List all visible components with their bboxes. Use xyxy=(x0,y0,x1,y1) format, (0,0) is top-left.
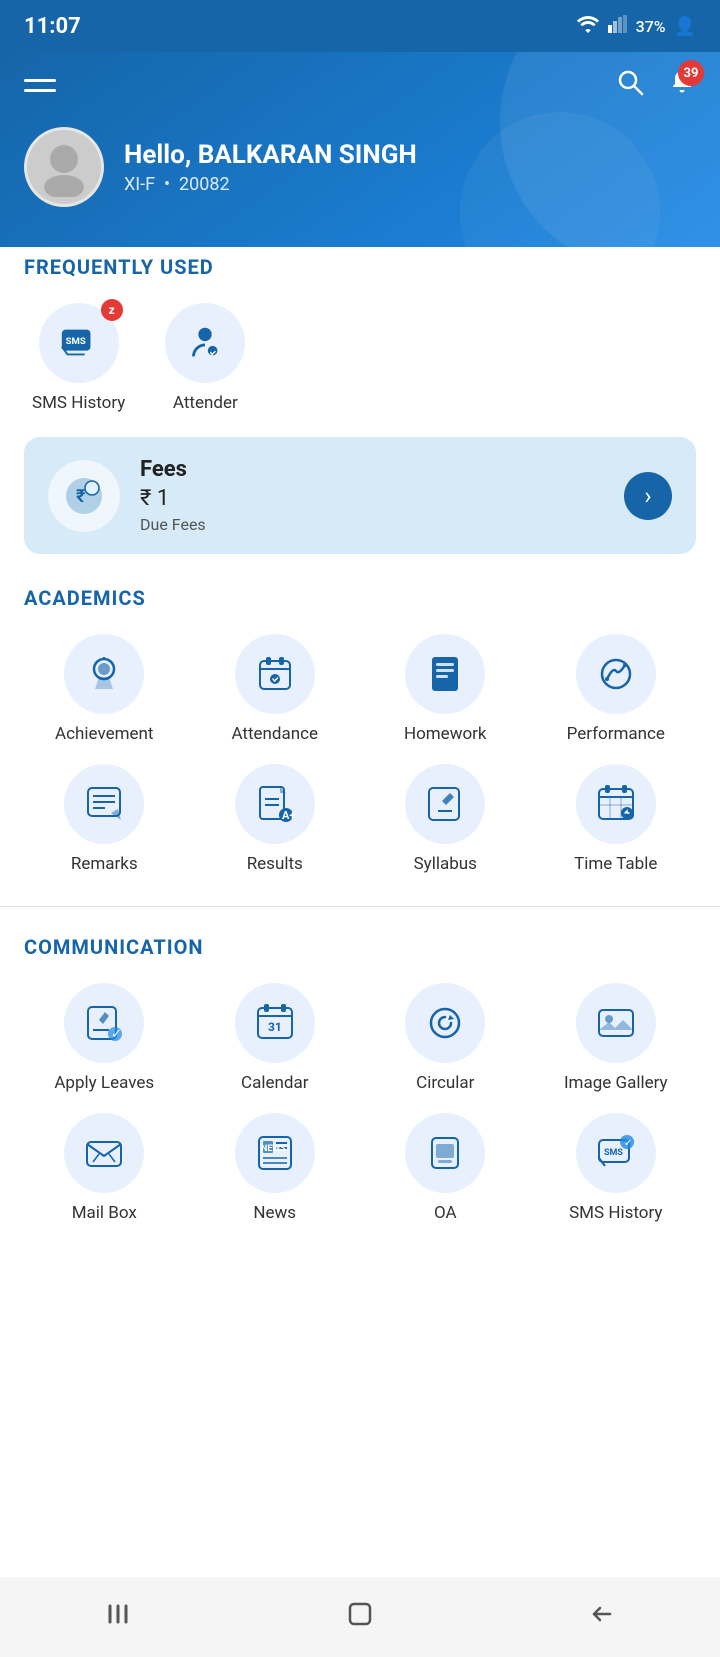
image-gallery-item[interactable]: Image Gallery xyxy=(536,983,697,1093)
achievement-icon xyxy=(64,634,144,714)
homework-item[interactable]: Homework xyxy=(365,634,526,744)
image-gallery-label: Image Gallery xyxy=(564,1073,668,1093)
image-gallery-icon xyxy=(576,983,656,1063)
news-item[interactable]: NEWS News xyxy=(195,1113,356,1223)
main-content: FREQUENTLY USED SMS z SMS History xyxy=(0,227,720,1577)
avatar xyxy=(24,127,104,207)
communication-grid: ✓ Apply Leaves 31 Calendar xyxy=(24,983,696,1223)
sms-history-comm-icon: SMS ✓ xyxy=(576,1113,656,1193)
nav-home-button[interactable] xyxy=(344,1598,376,1637)
results-item[interactable]: A+ Results xyxy=(195,764,356,874)
header: 39 Hello, BALKARAN SINGH XI-F • 20082 xyxy=(0,52,720,247)
achievement-item[interactable]: Achievement xyxy=(24,634,185,744)
oa-item[interactable]: OA xyxy=(365,1113,526,1223)
performance-item[interactable]: Performance xyxy=(536,634,697,744)
circular-icon xyxy=(405,983,485,1063)
frequently-used-section: FREQUENTLY USED SMS z SMS History xyxy=(24,255,696,413)
circular-item[interactable]: Circular xyxy=(365,983,526,1093)
attendance-label: Attendance xyxy=(231,724,318,744)
sms-history-label: SMS History xyxy=(32,393,125,413)
notification-button[interactable]: 39 xyxy=(668,68,696,103)
sms-history-comm-item[interactable]: SMS ✓ SMS History xyxy=(536,1113,697,1223)
attender-icon xyxy=(165,303,245,383)
signal-icon xyxy=(608,15,628,37)
performance-label: Performance xyxy=(567,724,665,744)
fees-due-label: Due Fees xyxy=(140,515,604,534)
performance-icon xyxy=(576,634,656,714)
svg-text:SMS: SMS xyxy=(65,336,85,347)
frequently-used-items: SMS z SMS History Attender xyxy=(24,303,696,413)
timetable-label: Time Table xyxy=(574,854,657,874)
academics-section: ACADEMICS Achievement xyxy=(24,586,696,874)
academics-title: ACADEMICS xyxy=(24,586,696,610)
circular-label: Circular xyxy=(416,1073,474,1093)
apply-leaves-label: Apply Leaves xyxy=(54,1073,154,1093)
mailbox-icon xyxy=(64,1113,144,1193)
apply-leaves-item[interactable]: ✓ Apply Leaves xyxy=(24,983,185,1093)
nav-recent-button[interactable] xyxy=(584,1598,616,1637)
sms-badge: z xyxy=(101,299,123,321)
wifi-icon xyxy=(576,15,600,37)
svg-text:✓: ✓ xyxy=(624,1138,632,1149)
attendance-item[interactable]: Attendance xyxy=(195,634,356,744)
syllabus-icon xyxy=(405,764,485,844)
remarks-label: Remarks xyxy=(71,854,138,874)
svg-text:31: 31 xyxy=(268,1020,282,1034)
oa-icon xyxy=(405,1113,485,1193)
oa-label: OA xyxy=(434,1203,457,1223)
calendar-label: Calendar xyxy=(241,1073,308,1093)
news-label: News xyxy=(253,1203,296,1223)
svg-text:NEWS: NEWS xyxy=(261,1144,286,1154)
svg-text:SMS: SMS xyxy=(604,1148,623,1158)
freq-sms-history[interactable]: SMS z SMS History xyxy=(32,303,125,413)
status-bar: 11:07 37% 👤 xyxy=(0,0,720,52)
fees-arrow-button[interactable]: › xyxy=(624,472,672,520)
mailbox-item[interactable]: Mail Box xyxy=(24,1113,185,1223)
remarks-item[interactable]: Remarks xyxy=(24,764,185,874)
syllabus-item[interactable]: Syllabus xyxy=(365,764,526,874)
status-icons: 37% 👤 xyxy=(576,15,696,37)
greeting: Hello, BALKARAN SINGH xyxy=(124,140,417,170)
news-icon: NEWS xyxy=(235,1113,315,1193)
attender-label: Attender xyxy=(173,393,238,413)
section-divider xyxy=(0,906,720,907)
fees-banner[interactable]: ₹ Fees ₹ 1 Due Fees › xyxy=(24,437,696,554)
svg-text:A+: A+ xyxy=(282,809,295,822)
bottom-nav xyxy=(0,1577,720,1657)
user-class-roll: XI-F • 20082 xyxy=(124,174,417,195)
calendar-item[interactable]: 31 Calendar xyxy=(195,983,356,1093)
communication-section: COMMUNICATION ✓ Apply Leaves xyxy=(24,935,696,1223)
profile-icon: 👤 xyxy=(674,16,696,37)
battery-text: 37% xyxy=(636,17,666,36)
fees-details: Fees ₹ 1 Due Fees xyxy=(140,457,604,534)
menu-button[interactable] xyxy=(24,79,56,92)
sms-history-icon: SMS z xyxy=(39,303,119,383)
notification-badge: 39 xyxy=(678,60,704,86)
calendar-icon: 31 xyxy=(235,983,315,1063)
attendance-icon xyxy=(235,634,315,714)
fees-title: Fees xyxy=(140,457,604,482)
apply-leaves-icon: ✓ xyxy=(64,983,144,1063)
frequently-used-title: FREQUENTLY USED xyxy=(24,255,696,279)
fees-icon: ₹ xyxy=(48,460,120,532)
syllabus-label: Syllabus xyxy=(414,854,477,874)
status-time: 11:07 xyxy=(24,14,81,39)
remarks-icon xyxy=(64,764,144,844)
sms-history-comm-label: SMS History xyxy=(569,1203,662,1223)
user-details: Hello, BALKARAN SINGH XI-F • 20082 xyxy=(124,140,417,195)
homework-icon xyxy=(405,634,485,714)
results-label: Results xyxy=(247,854,303,874)
communication-title: COMMUNICATION xyxy=(24,935,696,959)
fees-amount: ₹ 1 xyxy=(140,486,604,511)
timetable-item[interactable]: Time Table xyxy=(536,764,697,874)
academics-grid: Achievement Attendance xyxy=(24,634,696,874)
mailbox-label: Mail Box xyxy=(72,1203,137,1223)
achievement-label: Achievement xyxy=(55,724,153,744)
results-icon: A+ xyxy=(235,764,315,844)
freq-attender[interactable]: Attender xyxy=(165,303,245,413)
timetable-icon xyxy=(576,764,656,844)
nav-back-button[interactable] xyxy=(104,1598,136,1637)
svg-text:✓: ✓ xyxy=(111,1027,122,1042)
homework-label: Homework xyxy=(404,724,487,744)
